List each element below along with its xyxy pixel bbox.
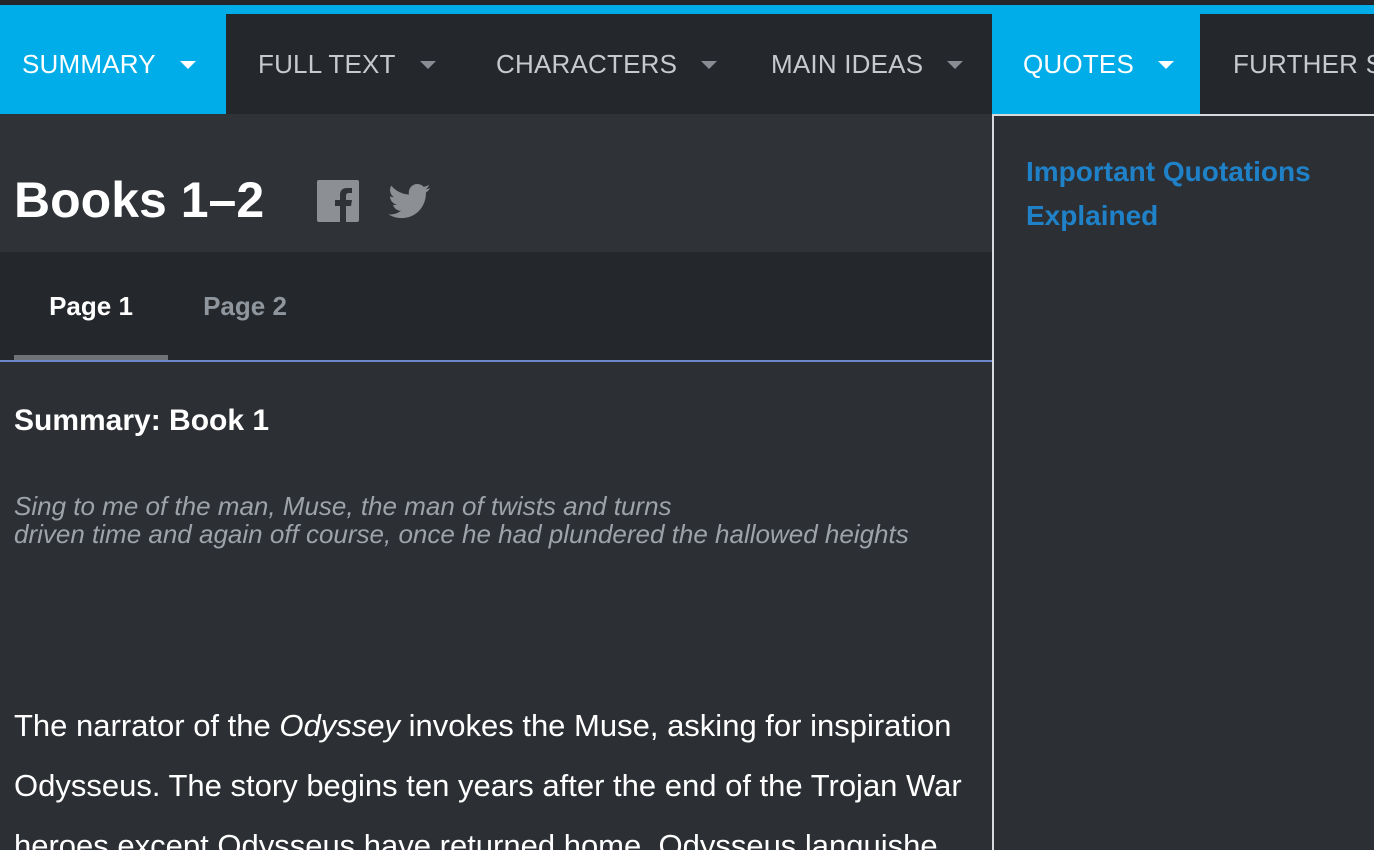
epigraph-quote: Sing to me of the man, Muse, the man of … [14,492,909,548]
nav-summary-label: SUMMARY [22,48,156,79]
tab-page-1[interactable]: Page 1 [14,252,168,360]
important-quotations-link[interactable]: Important Quotations Explained [1026,150,1346,238]
body-paragraph-line: Odysseus. The story begins ten years aft… [14,768,962,803]
page-header: Books 1–2 [0,114,992,252]
chevron-down-icon [947,61,964,69]
page-title: Books 1–2 [14,172,265,228]
body-paragraph-line: The narrator of the Odyssey invokes the … [14,696,962,756]
nav-full-text[interactable]: FULL TEXT [226,14,466,114]
summary-body: The narrator of the Odyssey invokes the … [14,696,962,850]
nav-quotes-label: QUOTES [1023,48,1134,79]
chevron-down-icon [419,61,436,69]
nav-further-study-label: FURTHER S [1233,48,1374,79]
body-text-span: The narrator of the [14,708,271,743]
tab-page-2[interactable]: Page 2 [168,252,322,360]
top-accent-bar [0,0,1374,14]
chevron-down-icon [179,61,196,69]
epigraph-line: Sing to me of the man, Muse, the man of … [14,491,672,521]
epigraph-line: driven time and again off course, once h… [14,519,909,549]
nav-further-study[interactable]: FURTHER S [1200,14,1374,114]
body-paragraph-line: heroes except Odysseus have returned hom… [14,828,938,850]
quotes-dropdown-panel: Important Quotations Explained [992,114,1374,850]
nav-full-text-label: FULL TEXT [258,48,396,79]
nav-summary[interactable]: SUMMARY [0,14,226,114]
main-content: Books 1–2 Page 1 Page 2 Summary: Book 1 … [0,114,992,850]
book-title-italic: Odyssey [279,708,400,743]
chevron-down-icon [1158,61,1174,69]
page-tabs: Page 1 Page 2 [0,252,992,362]
nav-characters-label: CHARACTERS [496,48,678,79]
body-text-span: invokes the Muse, asking for inspiration [408,708,952,743]
nav-main-ideas-label: MAIN IDEAS [771,48,924,79]
nav-characters[interactable]: CHARACTERS [466,14,742,114]
main-navigation: SUMMARY FULL TEXT CHARACTERS MAIN IDEAS … [0,14,1374,114]
accent-stripe [0,5,1374,14]
twitter-icon[interactable] [388,180,432,222]
facebook-icon[interactable] [317,180,359,222]
nav-main-ideas[interactable]: MAIN IDEAS [742,14,992,114]
chevron-down-icon [701,61,718,69]
section-heading: Summary: Book 1 [14,404,270,437]
nav-quotes[interactable]: QUOTES [992,14,1200,114]
